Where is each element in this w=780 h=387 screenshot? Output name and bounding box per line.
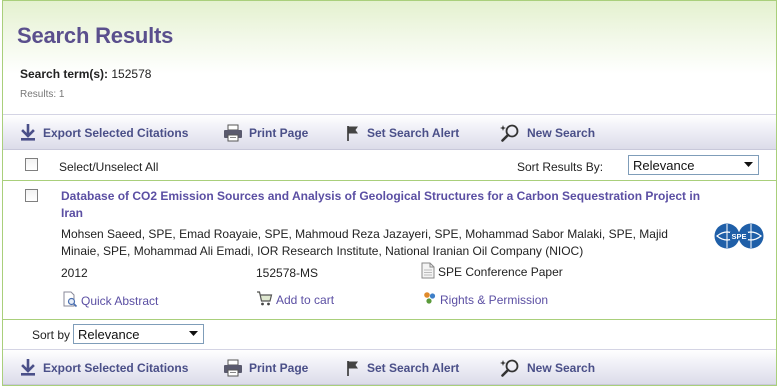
set-search-alert-button[interactable]: Set Search Alert (345, 115, 459, 151)
document-icon (421, 262, 435, 282)
search-term-label: Search term(s): (20, 67, 109, 81)
new-search-label: New Search (527, 361, 596, 375)
sort-results-select[interactable]: Relevance (628, 155, 759, 175)
print-page-button-bottom[interactable]: Print Page (223, 350, 308, 386)
document-search-icon (63, 291, 78, 311)
new-search-button[interactable]: New Search (499, 115, 595, 151)
download-arrow-icon (19, 124, 37, 142)
selection-row: Select/Unselect All Sort Results By: Rel… (3, 151, 776, 181)
bottom-sort-row: Sort by Relevance (3, 321, 776, 348)
search-term-value: 152578 (111, 67, 152, 81)
print-page-button[interactable]: Print Page (223, 115, 308, 151)
download-arrow-icon (19, 359, 37, 377)
bottom-toolbar: Export Selected Citations Print Page Set… (3, 349, 776, 385)
cart-icon (256, 291, 273, 309)
rights-icon (423, 291, 437, 308)
spe-logo: SPE (713, 222, 765, 253)
export-citations-label: Export Selected Citations (43, 126, 189, 140)
sort-results-label: Sort Results By: (517, 160, 604, 174)
export-citations-button-bottom[interactable]: Export Selected Citations (19, 350, 188, 386)
search-results-panel: Search Results Search term(s): 152578 Re… (2, 0, 777, 386)
new-search-label: New Search (527, 126, 596, 140)
sort-by-select[interactable]: Relevance (73, 324, 204, 344)
print-page-label: Print Page (249, 126, 309, 140)
top-toolbar: Export Selected Citations Print Page Set… (3, 114, 776, 150)
spe-logo-text: SPE (731, 232, 746, 241)
printer-icon (223, 359, 243, 377)
result-type-label: SPE Conference Paper (438, 265, 563, 279)
results-header: Search Results Search term(s): 152578 Re… (3, 1, 776, 113)
result-title-link[interactable]: Database of CO2 Emission Sources and Ana… (61, 188, 711, 222)
quick-abstract-link[interactable]: Quick Abstract (63, 291, 158, 311)
flag-icon (345, 359, 361, 377)
results-count: Results: 1 (20, 89, 65, 100)
add-to-cart-label: Add to cart (276, 293, 335, 307)
result-checkbox[interactable] (25, 189, 38, 202)
sort-results-value: Relevance (633, 157, 695, 173)
add-to-cart-link[interactable]: Add to cart (256, 291, 334, 309)
quick-abstract-label: Quick Abstract (81, 294, 159, 308)
result-authors: Mohsen Saeed, SPE, Emad Roayaie, SPE, Ma… (61, 227, 668, 258)
sort-by-value: Relevance (78, 326, 140, 342)
set-search-alert-label: Set Search Alert (367, 126, 460, 140)
set-search-alert-label: Set Search Alert (367, 361, 460, 375)
rights-permission-label: Rights & Permission (440, 292, 549, 307)
flag-icon (345, 124, 361, 142)
result-paper-id: 152578-MS (256, 266, 319, 280)
magnifier-sparkle-icon (499, 123, 521, 143)
select-all-checkbox[interactable] (25, 158, 38, 171)
export-citations-label: Export Selected Citations (43, 361, 189, 375)
result-item: Database of CO2 Emission Sources and Ana… (3, 182, 776, 320)
set-search-alert-button-bottom[interactable]: Set Search Alert (345, 350, 459, 386)
export-citations-button[interactable]: Export Selected Citations (19, 115, 188, 151)
search-term-line: Search term(s): 152578 (20, 67, 151, 81)
select-all-label: Select/Unselect All (59, 160, 159, 174)
printer-icon (223, 124, 243, 142)
chevron-down-icon (741, 156, 755, 174)
page-title: Search Results (17, 23, 174, 48)
sort-by-label: Sort by (32, 328, 71, 342)
result-year: 2012 (61, 266, 88, 280)
chevron-down-icon (186, 325, 200, 343)
new-search-button-bottom[interactable]: New Search (499, 350, 595, 386)
result-type: SPE Conference Paper (421, 262, 563, 282)
print-page-label: Print Page (249, 361, 309, 375)
rights-permission-link[interactable]: Rights & Permission (423, 291, 548, 308)
magnifier-sparkle-icon (499, 358, 521, 378)
